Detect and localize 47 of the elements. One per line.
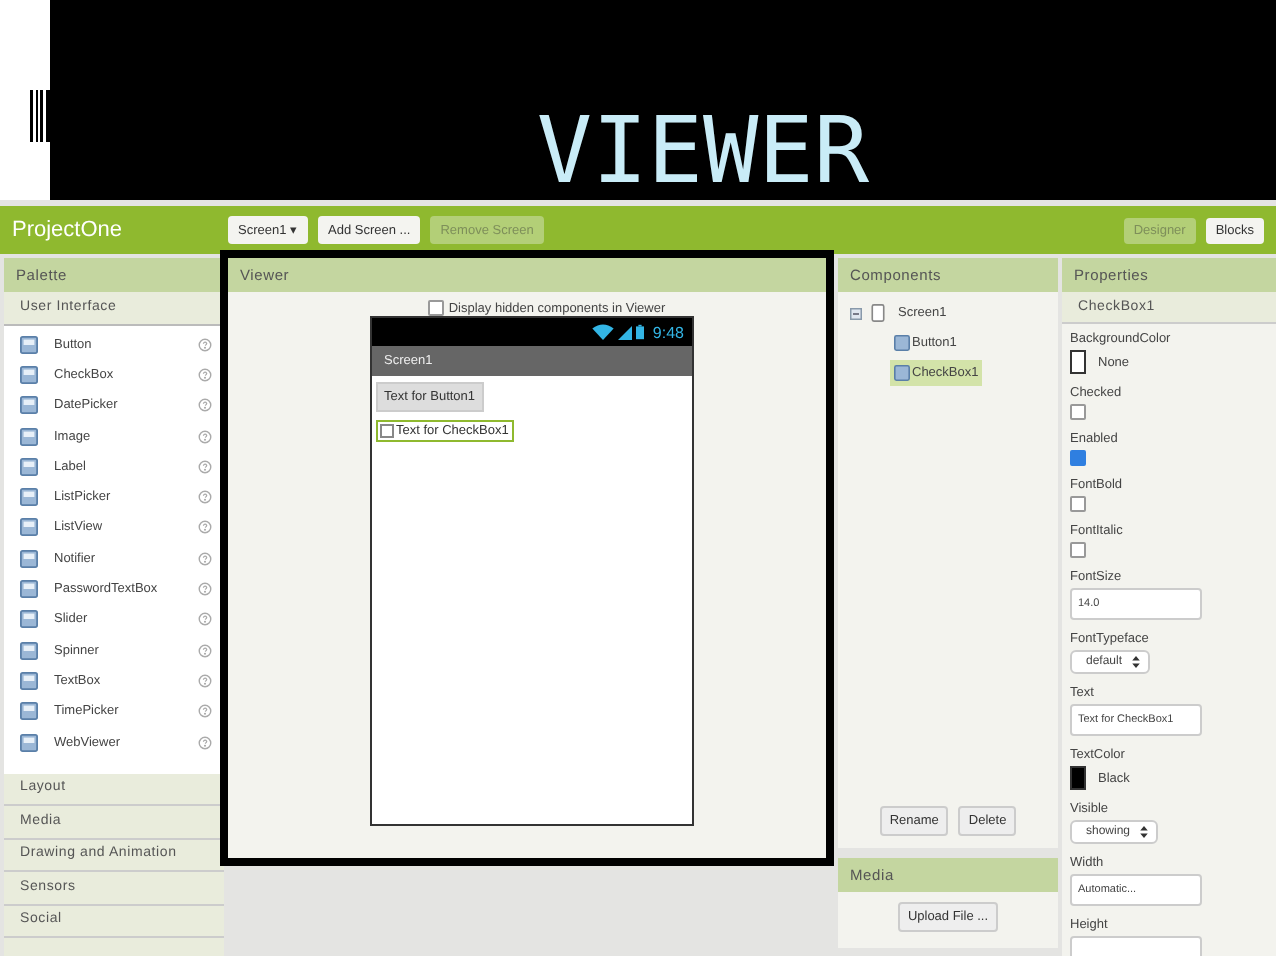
- component-icon: [20, 733, 38, 751]
- help-icon[interactable]: [198, 367, 212, 382]
- component-icon: [20, 396, 38, 415]
- battery-icon: [636, 324, 645, 340]
- color-swatch[interactable]: [1070, 766, 1086, 790]
- stripes-icon: [30, 90, 50, 142]
- component-icon: [20, 641, 38, 660]
- component-icon: [20, 671, 38, 690]
- help-icon[interactable]: [198, 429, 212, 444]
- component-icon: [20, 488, 38, 507]
- wifi-icon: [592, 324, 615, 340]
- updown-icon: [1132, 656, 1141, 668]
- phone-icon: [870, 304, 886, 322]
- component-icon: [20, 549, 38, 568]
- collapse-icon[interactable]: [850, 307, 862, 319]
- component-icon: [20, 365, 38, 384]
- help-icon[interactable]: [198, 673, 212, 688]
- help-icon[interactable]: [198, 337, 212, 352]
- component-icon: [20, 457, 38, 476]
- updown-icon: [1140, 826, 1149, 838]
- help-icon[interactable]: [198, 398, 212, 413]
- slide-title: VIEWER: [536, 104, 870, 196]
- help-icon[interactable]: [198, 643, 212, 658]
- component-icon: [20, 702, 38, 721]
- checkbox[interactable]: [1070, 542, 1086, 558]
- clock-time: 9:48: [652, 323, 684, 341]
- checkbox[interactable]: [1070, 404, 1086, 420]
- help-icon[interactable]: [198, 490, 212, 505]
- checkbox[interactable]: [380, 424, 394, 438]
- help-icon[interactable]: [198, 459, 212, 474]
- project-name: ProjectOne: [12, 218, 125, 242]
- component-icon: [20, 580, 38, 599]
- help-icon[interactable]: [198, 520, 212, 535]
- help-icon[interactable]: [198, 735, 212, 749]
- signal-icon: [618, 325, 633, 339]
- checkbox[interactable]: [428, 300, 445, 316]
- help-icon[interactable]: [198, 704, 212, 719]
- help-icon[interactable]: [198, 551, 212, 566]
- color-swatch[interactable]: [1070, 350, 1086, 374]
- help-icon[interactable]: [198, 582, 212, 597]
- checkbox[interactable]: [1070, 496, 1086, 512]
- checkbox[interactable]: [1070, 450, 1086, 466]
- component-icon: [20, 610, 38, 629]
- component-icon: [20, 427, 38, 446]
- component-icon: [20, 518, 38, 537]
- help-icon[interactable]: [198, 612, 212, 627]
- component-icon: [20, 335, 38, 354]
